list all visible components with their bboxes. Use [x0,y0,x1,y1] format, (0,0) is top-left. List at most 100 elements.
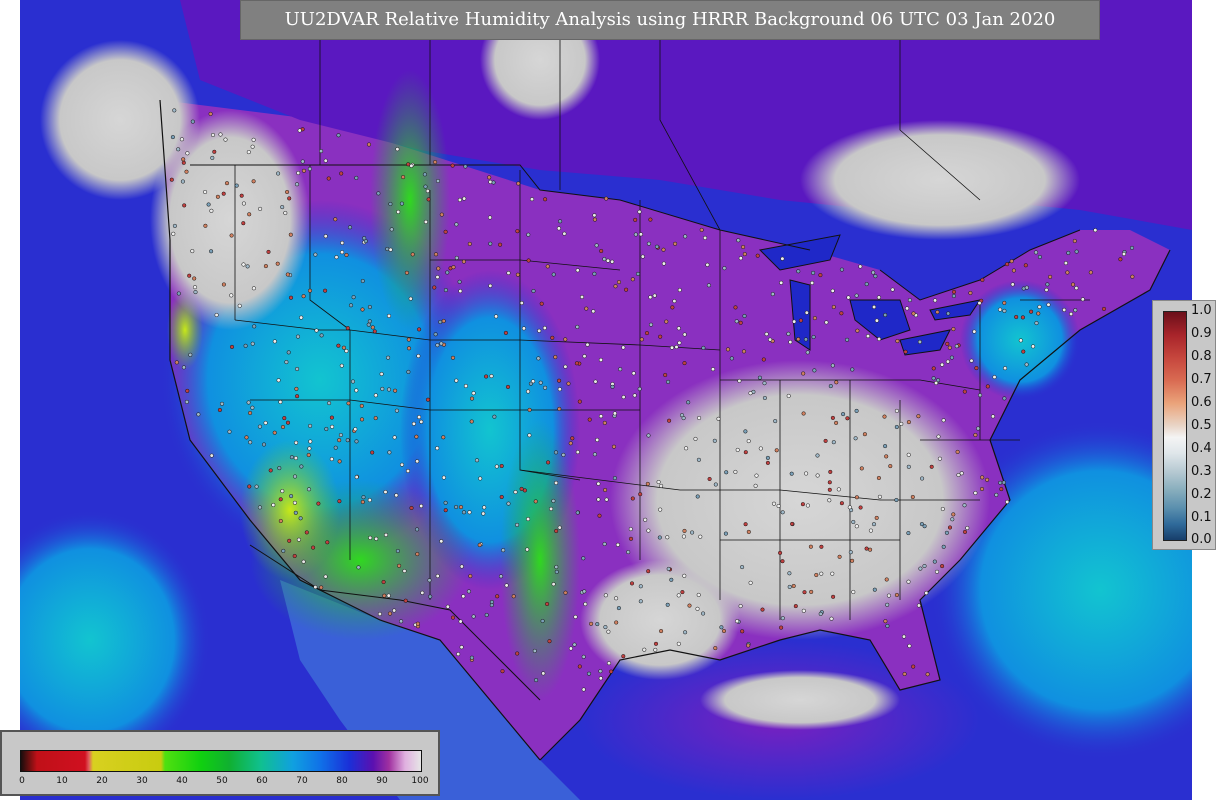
station-marker [716,416,721,421]
map-frame[interactable] [20,0,1192,800]
station-marker [557,387,562,392]
station-marker [184,399,189,404]
station-marker [742,252,747,257]
ratio-colorbar [1163,311,1187,541]
station-marker [451,265,456,270]
station-marker [1072,238,1077,244]
station-marker [339,363,344,368]
station-marker [261,442,267,447]
station-marker [506,501,511,506]
station-marker [906,420,911,425]
station-marker [423,219,428,224]
station-marker [373,393,378,398]
station-marker [176,147,181,152]
ratio-tick-label: 0.0 [1191,532,1212,547]
station-marker [339,171,344,176]
station-marker [661,261,666,266]
station-marker [314,328,319,333]
station-marker [980,277,985,282]
station-marker [584,306,589,311]
station-marker [1009,259,1014,264]
station-marker [527,433,532,438]
station-marker [673,241,678,246]
station-marker [397,563,402,568]
station-marker [587,417,592,422]
station-marker [586,671,592,676]
station-marker [791,583,796,589]
station-marker [504,583,509,588]
station-marker [356,565,361,570]
station-marker [743,429,748,434]
station-marker [573,614,578,619]
station-marker [1014,314,1019,320]
station-marker [605,258,611,263]
station-marker [419,419,424,424]
station-marker [604,497,609,502]
station-marker [1045,282,1050,287]
station-marker [695,494,700,499]
station-marker [436,266,441,271]
station-marker [296,537,301,542]
station-marker [301,559,306,564]
station-marker [516,181,521,186]
station-marker [399,462,405,467]
station-marker [819,571,824,576]
station-marker [415,552,420,557]
station-marker [330,424,335,429]
station-marker [933,298,938,303]
station-marker [427,578,432,583]
station-marker [998,307,1003,312]
station-marker [824,320,829,325]
station-marker [740,565,745,570]
station-marker [848,550,853,555]
station-marker [531,288,536,294]
station-marker [659,483,664,488]
station-marker [557,525,562,530]
station-marker [606,661,612,666]
station-marker [871,522,877,527]
humidity-map[interactable] [20,0,1192,800]
station-marker [922,563,927,569]
station-marker [1066,250,1071,255]
station-marker [482,505,487,510]
station-marker [221,191,226,196]
station-marker [631,371,636,376]
canada-grey-region [800,120,1080,240]
station-marker [327,401,332,406]
station-marker [829,616,834,621]
station-marker [836,487,841,492]
station-marker [801,411,806,416]
station-marker [853,436,858,441]
station-marker [911,311,916,316]
station-marker [467,241,472,246]
station-marker [386,355,391,360]
station-marker [906,464,911,469]
station-marker [406,369,411,374]
station-marker [710,367,716,372]
station-marker [706,283,711,288]
station-marker [629,581,635,586]
station-marker [1002,396,1007,401]
station-marker [780,559,785,564]
station-marker [883,312,888,318]
station-marker [780,510,785,515]
station-marker [308,423,313,428]
station-marker [193,290,198,295]
station-marker [392,435,397,440]
station-marker [733,469,738,474]
station-marker [610,384,615,389]
station-marker [592,213,597,218]
station-marker [323,158,328,163]
station-marker [276,378,281,383]
station-marker [999,487,1004,492]
station-marker [388,201,393,207]
station-marker [872,304,877,310]
station-marker [855,328,860,333]
station-marker [808,544,813,549]
station-marker [1121,251,1127,257]
station-marker [962,389,967,394]
station-marker [288,295,294,300]
station-marker [438,319,443,325]
station-marker [435,343,440,348]
station-marker [802,590,807,595]
